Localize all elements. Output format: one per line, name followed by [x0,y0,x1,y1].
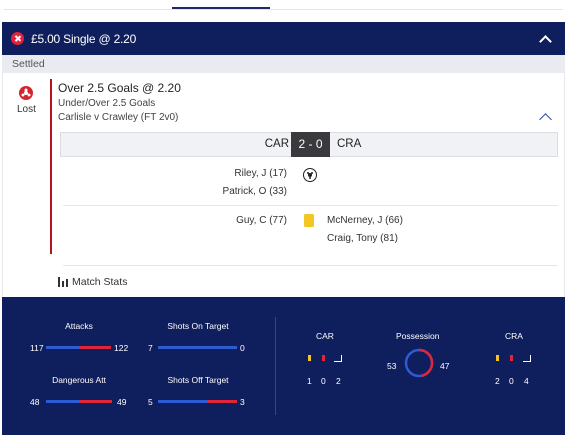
tab-divider [4,9,563,10]
possession-label: Possession [396,331,440,341]
stat-home-value: 5 [148,397,153,407]
corner-icon [334,355,342,362]
collapse-chevron-icon[interactable] [539,113,552,126]
possession-away: 47 [440,361,450,371]
red-card-icon [510,355,513,361]
away-yellow-count: 2 [495,376,500,386]
stat-away-value: 0 [240,343,245,353]
lost-icon [19,86,33,100]
away-red-count: 0 [509,376,514,386]
selection-title: Over 2.5 Goals @ 2.20 [58,81,181,95]
home-team-code: CAR [264,138,289,150]
events-divider [63,205,558,206]
chevron-up-icon[interactable] [539,33,551,45]
top-tab-strip [0,0,567,20]
status-bar: Settled [2,55,565,73]
stat-label: Attacks [65,321,93,331]
stat-bar-away [79,346,111,349]
stat-home-value: 48 [30,397,40,407]
yellow-card-icon [308,355,311,361]
card-player: Guy, C (77) [236,215,287,226]
yellow-card-icon [304,214,314,227]
goal-scorer: Patrick, O (33) [222,186,287,197]
stat-bar-home [158,346,237,349]
possession-donut [404,348,434,378]
stat-away-value: 49 [117,397,127,407]
stat-bar-away [79,400,112,403]
stats-divider [275,317,276,415]
stat-label: Shots On Target [167,321,229,331]
market-name: Under/Over 2.5 Goals [58,98,156,109]
possession-home: 53 [387,361,397,371]
score-value: 2 - 0 [291,132,330,157]
away-team-label: CRA [505,331,523,341]
football-icon [303,168,317,182]
stat-label: Dangerous Att [52,375,106,385]
home-team-label: CAR [316,331,334,341]
stat-bar-home [158,400,207,403]
event-name: Carlisle v Crawley (FT 2v0) [58,112,179,123]
away-team-code: CRA [337,138,362,150]
stat-home-value: 117 [30,343,44,353]
card-player: Craig, Tony (81) [327,233,398,244]
bet-card: Lost Over 2.5 Goals @ 2.20 Under/Over 2.… [2,73,565,297]
bet-header[interactable]: £5.00 Single @ 2.20 [2,22,565,55]
stat-away-value: 122 [114,343,129,353]
corner-icon [523,355,531,362]
active-tab-indicator [172,7,270,9]
bet-title: £5.00 Single @ 2.20 [31,31,137,46]
goal-scorer: Riley, J (17) [234,168,287,179]
scoreboard: CAR 2 - 0 CRA [60,132,558,157]
away-corner-count: 4 [524,376,529,386]
result-label: Lost [17,104,36,115]
yellow-card-icon [496,355,499,361]
bar-chart-icon [58,277,68,287]
home-corner-count: 2 [336,376,341,386]
red-card-icon [322,355,325,361]
stat-away-value: 3 [240,397,245,407]
stat-bar-home [46,346,79,349]
events-divider [63,265,558,266]
card-player: McNerney, J (66) [327,215,403,226]
close-icon [11,32,24,45]
stat-label: Shots Off Target [167,375,229,385]
stat-bar-home [46,400,79,403]
home-yellow-count: 1 [307,376,312,386]
stat-home-value: 7 [148,343,153,353]
stat-bar-away [207,400,237,403]
home-red-count: 0 [321,376,326,386]
match-stats-panel: Attacks 117 122 Shots On Target 7 0 Dang… [2,297,565,435]
match-stats-label[interactable]: Match Stats [72,276,127,288]
result-indicator-bar [50,79,52,254]
